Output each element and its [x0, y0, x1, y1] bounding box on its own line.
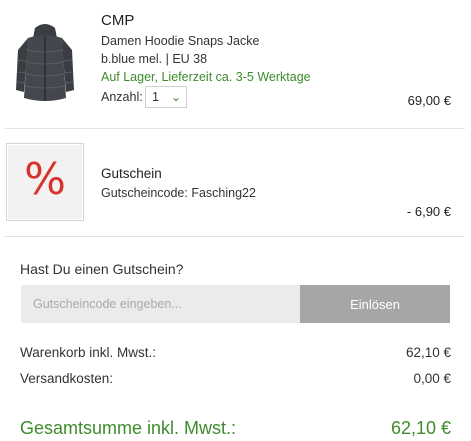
product-variant: b.blue mel. | EU 38: [101, 52, 208, 66]
coupon-title: Gutschein: [101, 166, 162, 181]
quantity-value: 1: [152, 90, 159, 104]
coupon-discount: - 6,90 €: [406, 204, 451, 219]
coupon-code: Gutscheincode: Fasching22: [101, 186, 256, 200]
availability-status: Auf Lager, Lieferzeit ca. 3-5 Werktage: [101, 70, 311, 84]
coupon-code-input[interactable]: [21, 285, 301, 323]
percent-icon: %: [24, 154, 66, 205]
subtotal-label: Warenkorb inkl. Mwst.:: [20, 345, 157, 360]
coupon-image: %: [6, 143, 84, 221]
chevron-down-icon: ⌄: [170, 90, 181, 104]
item-price: 69,00 €: [407, 93, 451, 108]
coupon-question: Hast Du einen Gutschein?: [20, 261, 184, 277]
total-value: 62,10 €: [390, 418, 451, 438]
shipping-label: Versandkosten:: [20, 371, 114, 386]
subtotal-value: 62,10 €: [405, 345, 451, 360]
product-name[interactable]: Damen Hoodie Snaps Jacke: [101, 34, 259, 48]
product-image[interactable]: [10, 20, 80, 110]
divider: [5, 236, 465, 237]
shipping-value: 0,00 €: [413, 371, 451, 386]
redeem-button[interactable]: Einlösen: [300, 285, 450, 323]
divider: [5, 128, 465, 129]
product-brand[interactable]: CMP: [101, 12, 134, 29]
quantity-label: Anzahl:: [101, 90, 143, 104]
quantity-select[interactable]: 1 ⌄: [145, 86, 187, 108]
total-label: Gesamtsumme inkl. Mwst.:: [20, 418, 237, 438]
